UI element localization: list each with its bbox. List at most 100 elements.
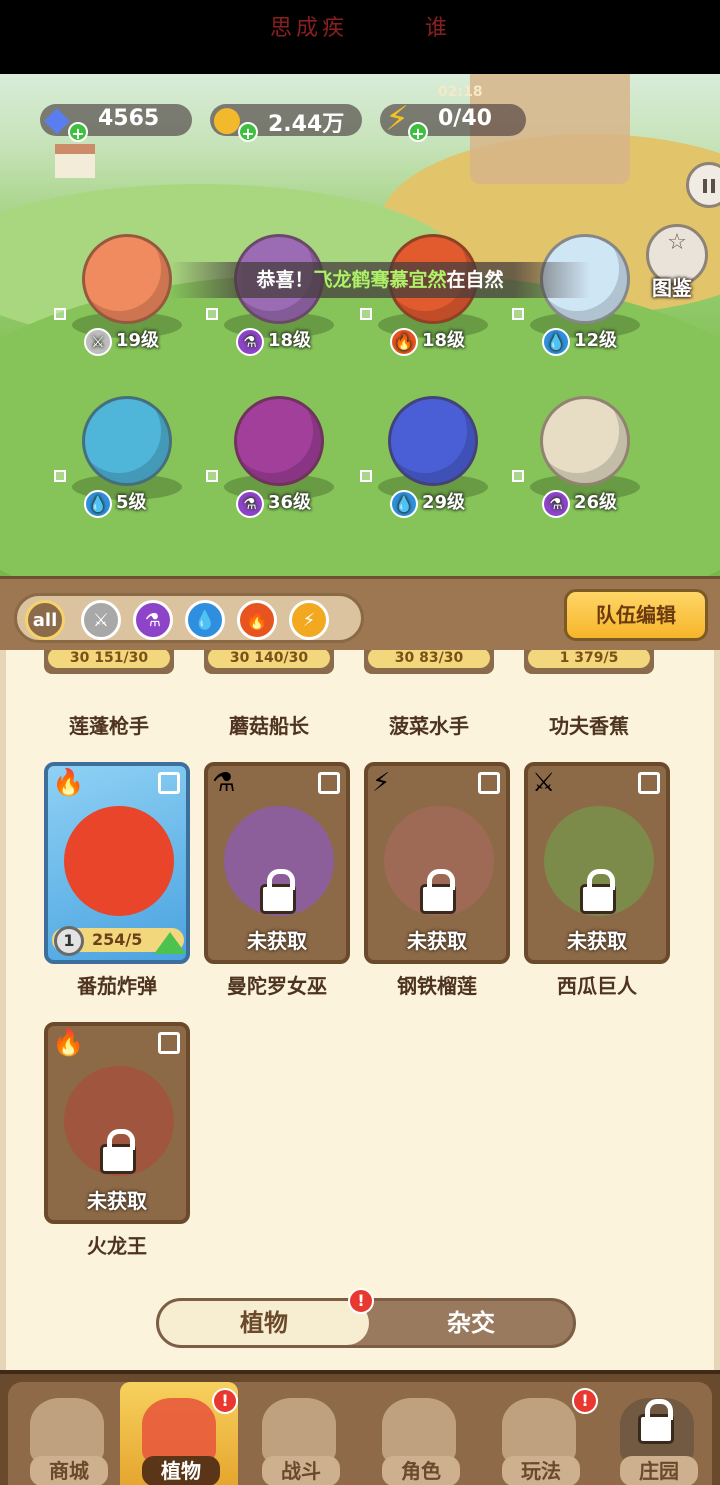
plant-card[interactable]: ⚗ 未获取 <box>204 762 350 964</box>
water-icon: 💧 <box>542 328 570 356</box>
plant-card[interactable]: 30 151/30 <box>44 650 174 674</box>
tab-hybrid[interactable]: 杂交 <box>369 1301 573 1345</box>
lightning-icon: ⚡ <box>302 609 316 631</box>
plant-card[interactable]: 30 140/30 <box>204 650 334 674</box>
card-progress: 83/30 <box>419 650 464 666</box>
potion-icon: ⚗ <box>236 490 264 518</box>
nav-shop[interactable]: 商城 <box>8 1382 126 1485</box>
nav-plants[interactable]: 植物 ! <box>120 1382 238 1485</box>
plant-level: 18级 <box>268 330 312 351</box>
grid-icon <box>318 772 340 794</box>
team-plant[interactable]: 💧 12级 <box>512 234 650 364</box>
energy-value: 0/40 <box>438 106 492 131</box>
team-plant[interactable]: ⚗ 36级 <box>206 396 344 526</box>
team-plant[interactable]: ⚔ 19级 <box>54 234 192 364</box>
plant-card[interactable]: ⚡ 未获取 <box>364 762 510 964</box>
element-filter-group: all ⚔ ⚗ 💧 🔥 ⚡ <box>14 593 364 643</box>
lock-icon <box>580 869 616 914</box>
card-name: 火龙王 <box>87 1234 147 1258</box>
plant-card[interactable]: ⚔ 未获取 <box>524 762 670 964</box>
shop-icon <box>30 1398 104 1464</box>
bottom-nav: 商城 植物 ! 战斗 角色 玩法 ! 庄园 <box>0 1370 720 1485</box>
sword-icon: ⚔ <box>532 768 556 798</box>
team-plant[interactable]: ⚗ 26级 <box>512 396 650 526</box>
potion-icon: ⚗ <box>236 328 264 356</box>
lock-icon <box>260 869 296 914</box>
fire-icon: 🔥 <box>52 768 85 798</box>
card-level: 30 <box>69 650 90 666</box>
filter-fire-button[interactable]: 🔥 <box>237 600 277 640</box>
slot-marker <box>360 308 372 320</box>
locked-label: 未获取 <box>87 1189 147 1213</box>
grid-icon <box>638 772 660 794</box>
select-box-icon <box>158 772 180 794</box>
upgrade-arrow-icon <box>154 932 186 954</box>
potion-icon: ⚗ <box>212 768 236 798</box>
nav-battle[interactable]: 战斗 <box>240 1382 358 1485</box>
energy-counter[interactable]: ⚡ + 0/40 <box>380 99 526 143</box>
card-name: 西瓜巨人 <box>557 974 637 998</box>
lock-icon <box>100 1129 136 1174</box>
battle-icon <box>262 1398 336 1464</box>
card-name: 蘑菇船长 <box>229 714 309 738</box>
team-plant[interactable]: 💧 5级 <box>54 396 192 526</box>
banner-text-left: 思成疾 <box>270 16 349 41</box>
team-plant[interactable]: 💧 29级 <box>360 396 498 526</box>
filter-all-button[interactable]: all <box>25 600 65 640</box>
congrats-ticker: 恭喜！飞龙鹤骞慕宜然在自然 <box>170 262 590 298</box>
nav-play[interactable]: 玩法 ! <box>480 1382 598 1485</box>
fire-icon: 🔥 <box>390 328 418 356</box>
plant-level: 18级 <box>422 330 466 351</box>
slot-marker <box>512 308 524 320</box>
filter-lightning-button[interactable]: ⚡ <box>289 600 329 640</box>
ticker-prefix: 恭喜！ <box>256 269 314 291</box>
gems-counter[interactable]: ◆ + 4565 <box>40 99 192 143</box>
filter-all-label: all <box>32 609 58 631</box>
plants-icon <box>142 1398 216 1464</box>
card-name: 菠菜水手 <box>389 714 469 738</box>
filter-sword-button[interactable]: ⚔ <box>81 600 121 640</box>
slot-marker <box>512 470 524 482</box>
add-coins-icon[interactable]: + <box>238 122 258 143</box>
lightning-icon: ⚡ <box>372 768 391 798</box>
star-book-icon: ☆ <box>667 230 687 255</box>
slot-marker <box>360 470 372 482</box>
gems-value: 4565 <box>98 106 160 131</box>
plant-portrait <box>234 396 324 486</box>
coins-counter[interactable]: ● + 2.44万 <box>210 99 362 143</box>
pause-icon <box>703 179 715 193</box>
plant-card[interactable]: 30 83/30 <box>364 650 494 674</box>
filter-water-button[interactable]: 💧 <box>185 600 225 640</box>
card-name: 曼陀罗女巫 <box>227 974 327 998</box>
plant-level: 5级 <box>116 492 147 513</box>
card-name: 番茄炸弹 <box>77 974 157 998</box>
nav-role[interactable]: 角色 <box>360 1382 478 1485</box>
card-level: 30 <box>394 650 415 666</box>
star-level-badge: 1 <box>54 926 84 956</box>
nav-plants-label: 植物 <box>142 1456 220 1485</box>
plant-card[interactable]: 🔥 254/5 1 <box>44 762 190 964</box>
farm-house <box>55 144 95 178</box>
add-energy-icon[interactable]: + <box>408 122 428 143</box>
plant-list-panel[interactable]: 30 151/30 30 140/30 30 83/30 1 379/5 莲蓬枪… <box>0 650 720 1370</box>
notification-badge: ! <box>348 1288 374 1314</box>
team-plant[interactable]: ⚗ 18级 <box>206 234 344 364</box>
notification-badge: ! <box>572 1388 598 1414</box>
filter-bar: all ⚔ ⚗ 💧 🔥 ⚡ 队伍编辑 <box>0 576 720 650</box>
atlas-label[interactable]: 图鉴 <box>652 272 692 301</box>
banner-text-right: 谁 <box>425 16 448 41</box>
tab-plants[interactable]: 植物 <box>159 1301 369 1345</box>
card-progress: 379/5 <box>574 650 619 666</box>
top-banner: 思成疾 谁 <box>0 0 720 74</box>
team-edit-button[interactable]: 队伍编辑 <box>564 589 708 641</box>
slot-marker <box>54 470 66 482</box>
plant-card[interactable]: 🔥 未获取 <box>44 1022 190 1224</box>
plant-card[interactable]: 1 379/5 <box>524 650 654 674</box>
plant-portrait <box>540 396 630 486</box>
add-gems-icon[interactable]: + <box>68 122 88 143</box>
filter-potion-button[interactable]: ⚗ <box>133 600 173 640</box>
team-plant[interactable]: 🔥 18级 <box>360 234 498 364</box>
nav-manor[interactable]: 庄园 <box>598 1382 716 1485</box>
potion-icon: ⚗ <box>144 609 162 631</box>
notification-badge: ! <box>212 1388 238 1414</box>
